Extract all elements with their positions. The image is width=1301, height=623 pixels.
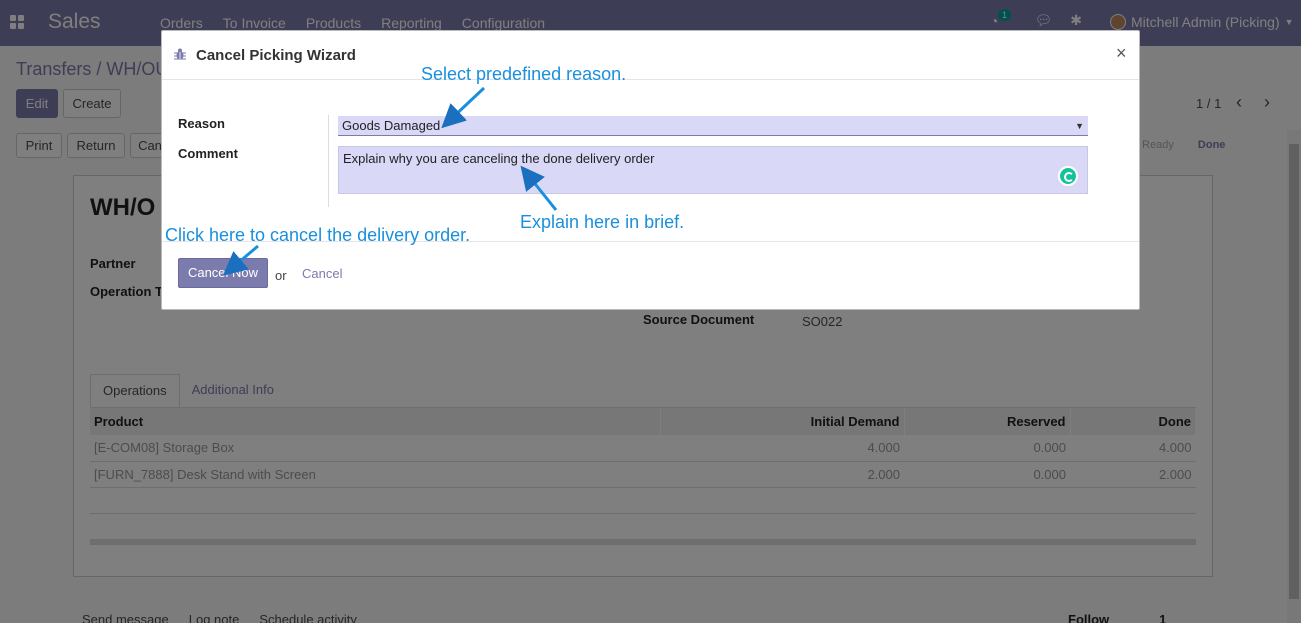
reason-select[interactable]: Goods Damaged ▼: [338, 116, 1088, 136]
comment-textarea[interactable]: Explain why you are canceling the done d…: [338, 146, 1088, 194]
modal-title: Cancel Picking Wizard: [196, 47, 356, 64]
modal-footer: Cancel Now or Cancel: [162, 241, 1139, 310]
field-separator: [328, 115, 329, 207]
comment-label: Comment: [178, 146, 238, 161]
reason-label: Reason: [178, 116, 225, 131]
annotation-reason: Select predefined reason.: [421, 64, 627, 84]
annotation-comment: Explain here in brief.: [520, 212, 685, 232]
reason-select-value: Goods Damaged: [342, 118, 441, 133]
chevron-down-icon: ▼: [1075, 121, 1084, 131]
grammarly-icon[interactable]: [1058, 166, 1078, 186]
cancel-now-button[interactable]: Cancel Now: [178, 258, 268, 288]
bug-icon: [174, 48, 186, 60]
modal-header: Cancel Picking Wizard ×: [162, 31, 1139, 80]
cancel-picking-dialog: Cancel Picking Wizard × Reason Comment G…: [161, 30, 1140, 310]
or-text: or: [275, 268, 287, 283]
annotation-button: Click here to cancel the delivery order.: [165, 225, 471, 245]
cancel-dialog-link[interactable]: Cancel: [302, 266, 342, 281]
close-icon[interactable]: ×: [1116, 43, 1127, 64]
